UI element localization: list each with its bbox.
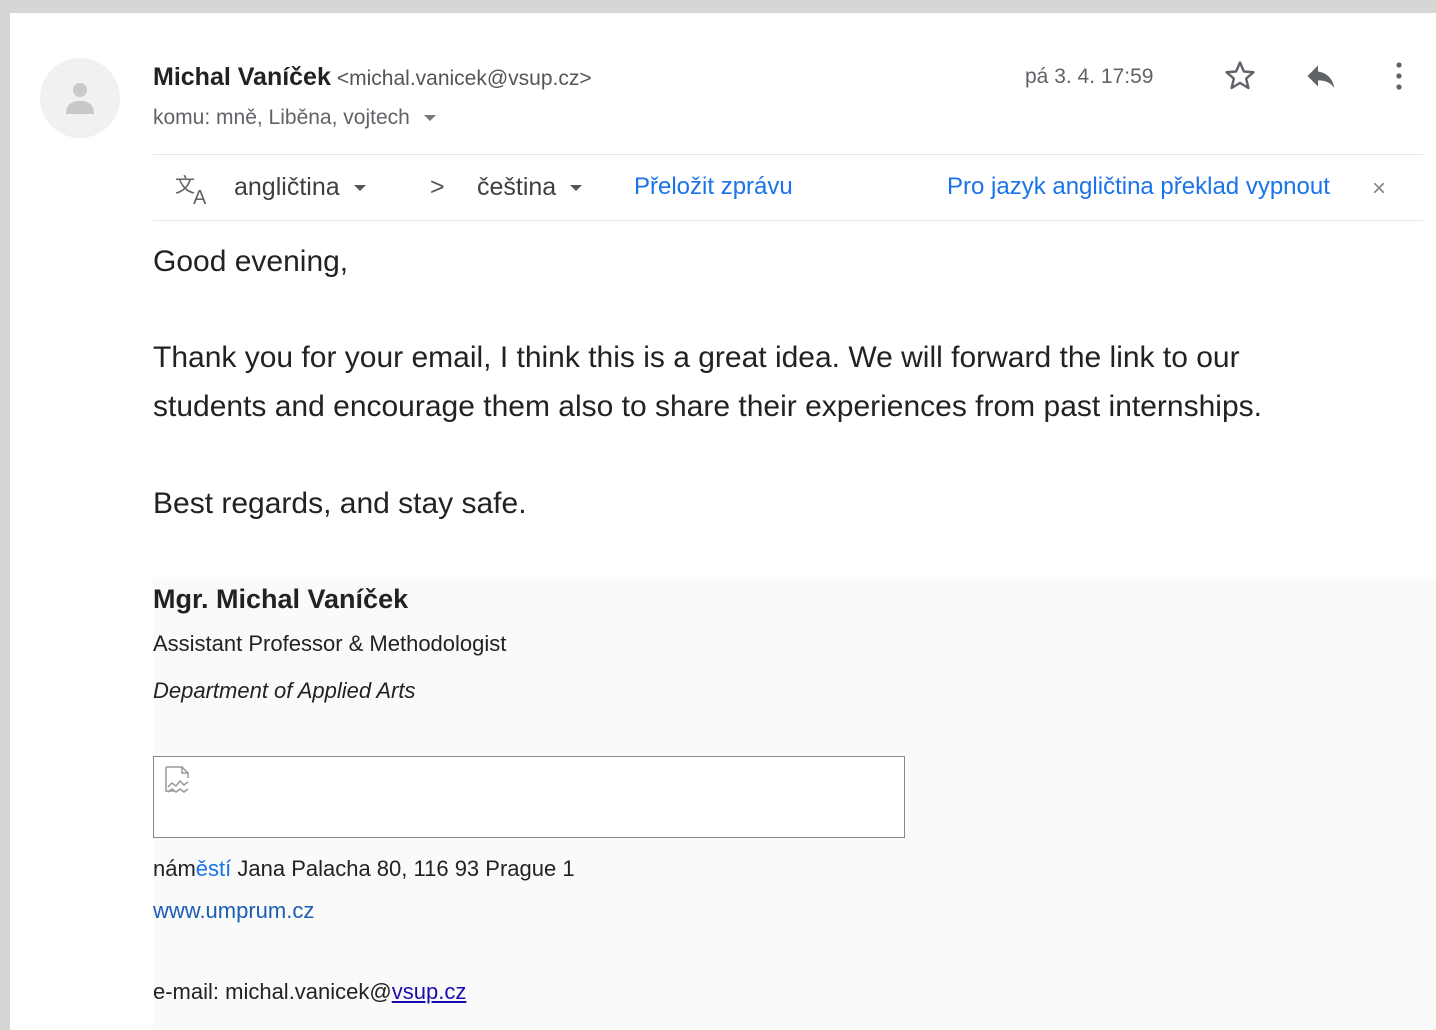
translate-icon: 文 A (173, 170, 213, 211)
broken-image-icon (165, 766, 189, 793)
divider (153, 220, 1423, 221)
signature-name: Mgr. Michal Vaníček (153, 584, 409, 614)
message-date: pá 3. 4. 17:59 (1025, 65, 1154, 88)
chevron-down-icon (570, 185, 583, 192)
message-closing: Best regards, and stay safe. (153, 487, 527, 520)
message-greeting: Good evening, (153, 245, 349, 278)
signature-email: e-mail: michal.vanicek@vsup.cz (153, 979, 466, 1005)
signature-website-link[interactable]: www.umprum.cz (153, 898, 314, 924)
target-language-label: čeština (477, 173, 557, 201)
sender-line: Michal Vaníček <michal.vanicek@vsup.cz> (153, 63, 592, 92)
more-options-button[interactable] (1392, 58, 1406, 99)
svg-text:A: A (193, 187, 207, 206)
email-domain-link[interactable]: vsup.cz (392, 979, 467, 1004)
turn-off-translation-link[interactable]: Pro jazyk angličtina překlad vypnout (947, 173, 1330, 201)
source-language-label: angličtina (234, 173, 340, 201)
address-part: Jana Palacha 80, 116 93 Prague 1 (231, 856, 575, 881)
signature-image (153, 756, 905, 838)
close-icon[interactable]: × (1372, 175, 1386, 203)
signature-department: Department of Applied Arts (153, 678, 416, 703)
signature-title: Assistant Professor & Methodologist (153, 631, 507, 656)
sender-name[interactable]: Michal Vaníček (153, 63, 331, 91)
divider (153, 154, 1423, 155)
signature-address: náměstí Jana Palacha 80, 116 93 Prague 1 (153, 856, 575, 882)
address-highlight: ěstí (195, 856, 232, 881)
email-message-card: Michal Vaníček <michal.vanicek@vsup.cz> k… (10, 13, 1436, 1030)
recipients-toggle[interactable]: komu: mně, Liběna, vojtech (153, 106, 436, 130)
chevron-down-icon (353, 185, 366, 192)
email-label: e-mail: michal.vanicek@ (153, 979, 392, 1004)
recipients-label: komu: mně, Liběna, vojtech (153, 106, 410, 129)
chevron-right-icon: > (430, 173, 445, 201)
reply-icon (1307, 65, 1335, 88)
address-part: nám (153, 856, 196, 881)
svg-text:文: 文 (175, 173, 195, 197)
chevron-down-icon[interactable] (423, 115, 436, 122)
message-paragraph-line: students and encourage them also to shar… (153, 390, 1262, 423)
star-icon (1225, 61, 1255, 90)
target-language-select[interactable]: čeština (477, 173, 583, 202)
more-vert-icon (1396, 62, 1402, 90)
star-button[interactable] (1222, 58, 1258, 99)
source-language-select[interactable]: angličtina (234, 173, 366, 202)
reply-button[interactable] (1302, 58, 1340, 99)
message-paragraph-line: Thank you for your email, I think this i… (153, 341, 1240, 374)
sender-email: <michal.vanicek@vsup.cz> (336, 67, 592, 90)
translate-message-link[interactable]: Přeložit zprávu (634, 173, 793, 201)
avatar-person-icon (66, 83, 94, 114)
sender-avatar[interactable] (40, 58, 120, 138)
